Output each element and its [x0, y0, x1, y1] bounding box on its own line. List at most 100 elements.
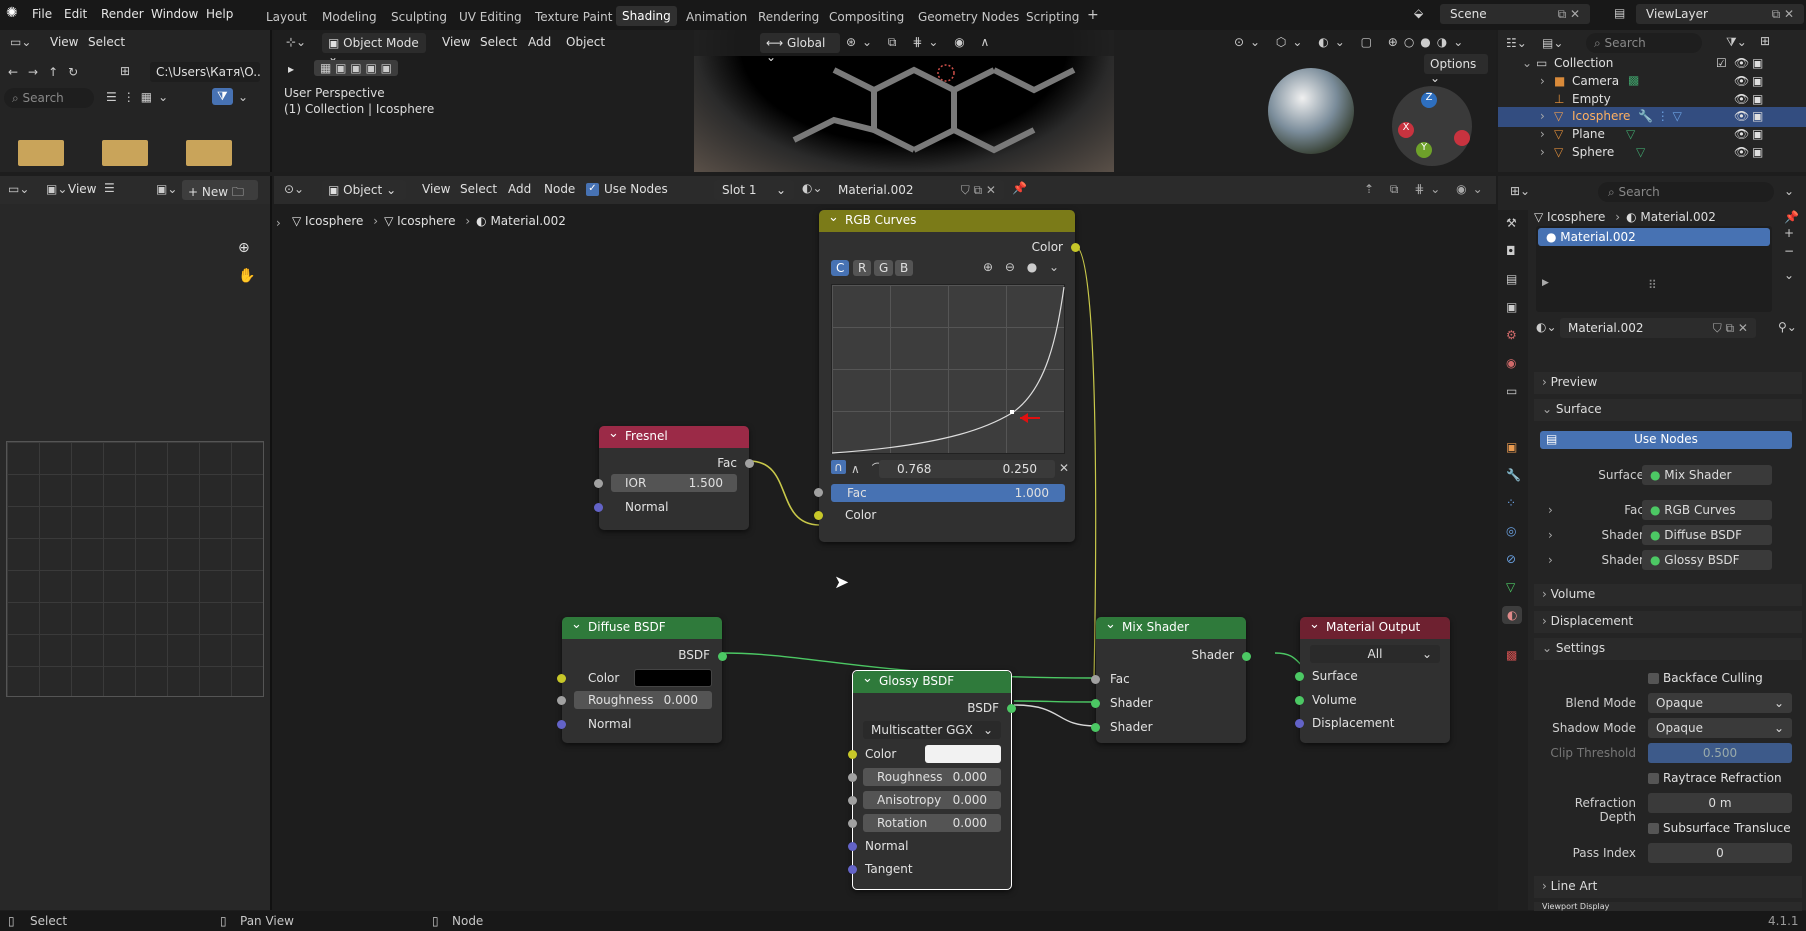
- overlay-icons[interactable]: ⊙⌄ ⬡⌄ ◐⌄ ▢ ⊕○●◑⌄: [1234, 35, 1469, 49]
- mesh-data-icon[interactable]: ▽: [1626, 127, 1635, 141]
- slot-dropdown[interactable]: Slot 1 ⌄: [714, 180, 794, 200]
- view-layer-selector[interactable]: ViewLayer ⧉ ✕: [1636, 4, 1804, 24]
- socket[interactable]: [848, 796, 857, 805]
- eye-icon[interactable]: 👁: [1734, 109, 1749, 123]
- material-slot-list[interactable]: ● Material.002 ▶ ⠿: [1536, 226, 1772, 312]
- checkbox-icon[interactable]: ☑: [1716, 56, 1727, 70]
- gizmo-y-icon[interactable]: Y: [1416, 142, 1432, 158]
- node-header[interactable]: Mix Shader: [1096, 617, 1246, 639]
- tab-texture-paint[interactable]: Texture Paint: [535, 10, 612, 24]
- delete-point-icon[interactable]: ✕: [1059, 461, 1069, 475]
- pass-index-field[interactable]: 0: [1648, 843, 1792, 863]
- node-header[interactable]: Material Output: [1300, 617, 1450, 639]
- preview-section-header[interactable]: › Preview: [1534, 372, 1802, 394]
- rotation-field[interactable]: Rotation 0.000: [863, 814, 1001, 832]
- ne-menu-view[interactable]: View: [422, 182, 450, 196]
- settings-section-header[interactable]: ⌄ Settings: [1534, 638, 1802, 660]
- tool-tab-icon[interactable]: ⚒: [1506, 216, 1517, 230]
- roughness-field[interactable]: Roughness 0.000: [574, 691, 712, 709]
- camera-render-icon[interactable]: ▣: [1752, 109, 1763, 123]
- refraction-depth-field[interactable]: 0 m: [1648, 793, 1792, 813]
- tab-geometry-nodes[interactable]: Geometry Nodes: [918, 10, 1019, 24]
- add-slot-icon[interactable]: +: [1784, 226, 1794, 240]
- socket[interactable]: [848, 819, 857, 828]
- anisotropy-field[interactable]: Anisotropy 0.000: [863, 791, 1001, 809]
- slot-menu-icon[interactable]: ⌄: [1784, 268, 1794, 282]
- mesh-data-icon[interactable]: ▽: [1636, 145, 1645, 159]
- socket[interactable]: [1091, 723, 1100, 732]
- ie-menu-view[interactable]: View: [68, 182, 96, 196]
- material-slot-item[interactable]: ● Material.002: [1538, 228, 1770, 246]
- tab-compositing[interactable]: Compositing: [829, 10, 904, 24]
- path-field[interactable]: C:\Users\Катя\O...: [150, 62, 260, 82]
- expand-icon[interactable]: ▶: [1542, 278, 1549, 288]
- use-nodes-checkbox[interactable]: ✓: [586, 183, 599, 196]
- backface-checkbox[interactable]: [1648, 673, 1659, 684]
- material-output-node[interactable]: Material Output All⌄ Surface Volume Disp…: [1295, 617, 1450, 743]
- handle-auto-icon[interactable]: ∩: [831, 460, 846, 474]
- modifier-icon[interactable]: 🔧 ⋮ ▽: [1638, 109, 1682, 123]
- displacement-section-header[interactable]: › Displacement: [1534, 611, 1802, 633]
- node-header[interactable]: Diffuse BSDF: [562, 617, 722, 639]
- channel-g-button[interactable]: G: [874, 260, 894, 276]
- data-tab-icon[interactable]: ▽: [1506, 580, 1515, 594]
- vp-menu-view[interactable]: View: [442, 35, 470, 49]
- camera-render-icon[interactable]: ▣: [1752, 92, 1763, 106]
- blend-mode-dropdown[interactable]: Opaque ⌄: [1648, 693, 1792, 713]
- material-name-field[interactable]: Material.002 ⛉ ⧉ ✕: [830, 180, 1004, 200]
- filter-dropdown-icon[interactable]: ⌄: [238, 90, 248, 104]
- blender-logo-icon[interactable]: ✺: [6, 5, 18, 21]
- fac-slider[interactable]: Fac 1.000: [831, 484, 1065, 502]
- socket[interactable]: [557, 674, 566, 683]
- editor-type-icon[interactable]: ▭⌄: [8, 182, 29, 196]
- fb-search-input[interactable]: ⌕ Search: [4, 88, 94, 108]
- tab-modeling[interactable]: Modeling: [322, 10, 377, 24]
- point-coords-field[interactable]: 0.768 0.250: [879, 460, 1055, 478]
- options-dropdown[interactable]: Options ⌄: [1424, 54, 1488, 85]
- tab-sculpting[interactable]: Sculpting: [391, 10, 447, 24]
- outliner-search-input[interactable]: ⌕ Search: [1586, 33, 1702, 53]
- socket[interactable]: [557, 720, 566, 729]
- material-browse-icon[interactable]: ◐⌄: [1536, 320, 1557, 334]
- channel-r-button[interactable]: R: [853, 260, 872, 276]
- editor-type-icon[interactable]: ⊙⌄: [284, 182, 304, 196]
- color-swatch[interactable]: [925, 745, 1001, 763]
- curve-tools-icons[interactable]: ⊕ ⊖ ● ⌄: [983, 260, 1063, 274]
- vp-menu-object[interactable]: Object: [566, 35, 605, 49]
- ne-menu-add[interactable]: Add: [508, 182, 531, 196]
- node-header[interactable]: Fresnel: [599, 426, 749, 448]
- output-tab-icon[interactable]: ▤: [1506, 272, 1517, 286]
- socket[interactable]: [848, 750, 857, 759]
- nav-arrows-icon[interactable]: ←→↑↻: [8, 65, 88, 79]
- diffuse-bsdf-node[interactable]: Diffuse BSDF BSDF Color Roughness0.000 N…: [557, 617, 727, 743]
- shadow-mode-dropdown[interactable]: Opaque ⌄: [1648, 718, 1792, 738]
- outliner-row[interactable]: › ▽ Sphere ▽ 👁 ▣: [1498, 143, 1806, 163]
- mode-dropdown[interactable]: ▣ Object Mode ⌄: [322, 33, 426, 64]
- snap-overlay-icons[interactable]: ⇡ ⧉ ⋕⌄ ◉⌄: [1364, 182, 1489, 197]
- bookmark-icon[interactable]: ⊞: [120, 64, 130, 78]
- shader-type-dropdown[interactable]: ▣ Object ⌄: [322, 180, 406, 200]
- socket[interactable]: [594, 503, 603, 512]
- outliner-row[interactable]: › ■ Camera ▩ 👁 ▣: [1498, 72, 1806, 92]
- target-dropdown[interactable]: All ⌄: [1310, 645, 1440, 663]
- dropdown-icon[interactable]: ⌄: [1784, 184, 1794, 198]
- pivot-snap-icons[interactable]: ⊛⌄ ⧉ ⋕⌄ ◉ ∧: [846, 35, 995, 50]
- modifier-tab-icon[interactable]: 🔧: [1506, 468, 1521, 482]
- add-workspace-button[interactable]: +: [1087, 7, 1099, 23]
- render-tab-icon[interactable]: ◘: [1506, 244, 1516, 258]
- resize-handle-icon[interactable]: ⠿: [1648, 278, 1657, 292]
- object-tab-icon[interactable]: ▣: [1506, 440, 1517, 454]
- scene-tab-icon[interactable]: ⚙: [1506, 328, 1517, 342]
- outliner-row-selected[interactable]: › ▽ Icosphere 🔧 ⋮ ▽ 👁 ▣: [1498, 107, 1806, 127]
- surface-section-header[interactable]: ⌄ Surface: [1534, 399, 1802, 421]
- socket[interactable]: [1007, 704, 1016, 713]
- menu-help[interactable]: Help: [206, 7, 233, 21]
- world-tab-icon[interactable]: ◉: [1506, 356, 1516, 370]
- rgb-curves-node[interactable]: RGB Curves Color C R G B ⊕ ⊖ ● ⌄ ∩ ∧ ⌒ 0…: [814, 210, 1080, 542]
- outliner-row[interactable]: › ▽ Plane ▽ 👁 ▣: [1498, 125, 1806, 145]
- socket[interactable]: [814, 511, 823, 520]
- camera-render-icon[interactable]: ▣: [1752, 56, 1763, 70]
- channel-b-button[interactable]: B: [895, 260, 914, 276]
- remove-slot-icon[interactable]: −: [1784, 244, 1794, 258]
- tab-layout[interactable]: Layout: [266, 10, 307, 24]
